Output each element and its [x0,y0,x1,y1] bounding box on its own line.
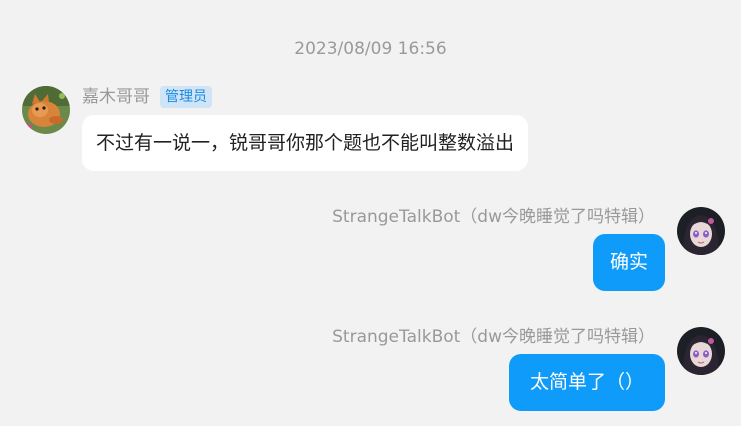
anime-girl-avatar[interactable] [677,327,725,375]
anime-girl-avatar[interactable] [677,207,725,255]
sender-name[interactable]: StrangeTalkBot（dw今晚睡觉了吗特辑） [332,326,655,348]
admin-badge: 管理员 [160,86,212,108]
message-timestamp: 2023/08/09 16:56 [294,39,447,59]
message-bubble[interactable]: 太简单了（） [509,354,665,411]
sender-name[interactable]: 嘉木哥哥 [82,86,150,108]
sender-name[interactable]: StrangeTalkBot（dw今晚睡觉了吗特辑） [332,206,655,228]
message-bubble[interactable]: 确实 [593,234,665,291]
message-bubble[interactable]: 不过有一说一，锐哥哥你那个题也不能叫整数溢出 [82,115,529,171]
cat-avatar[interactable] [22,86,70,134]
